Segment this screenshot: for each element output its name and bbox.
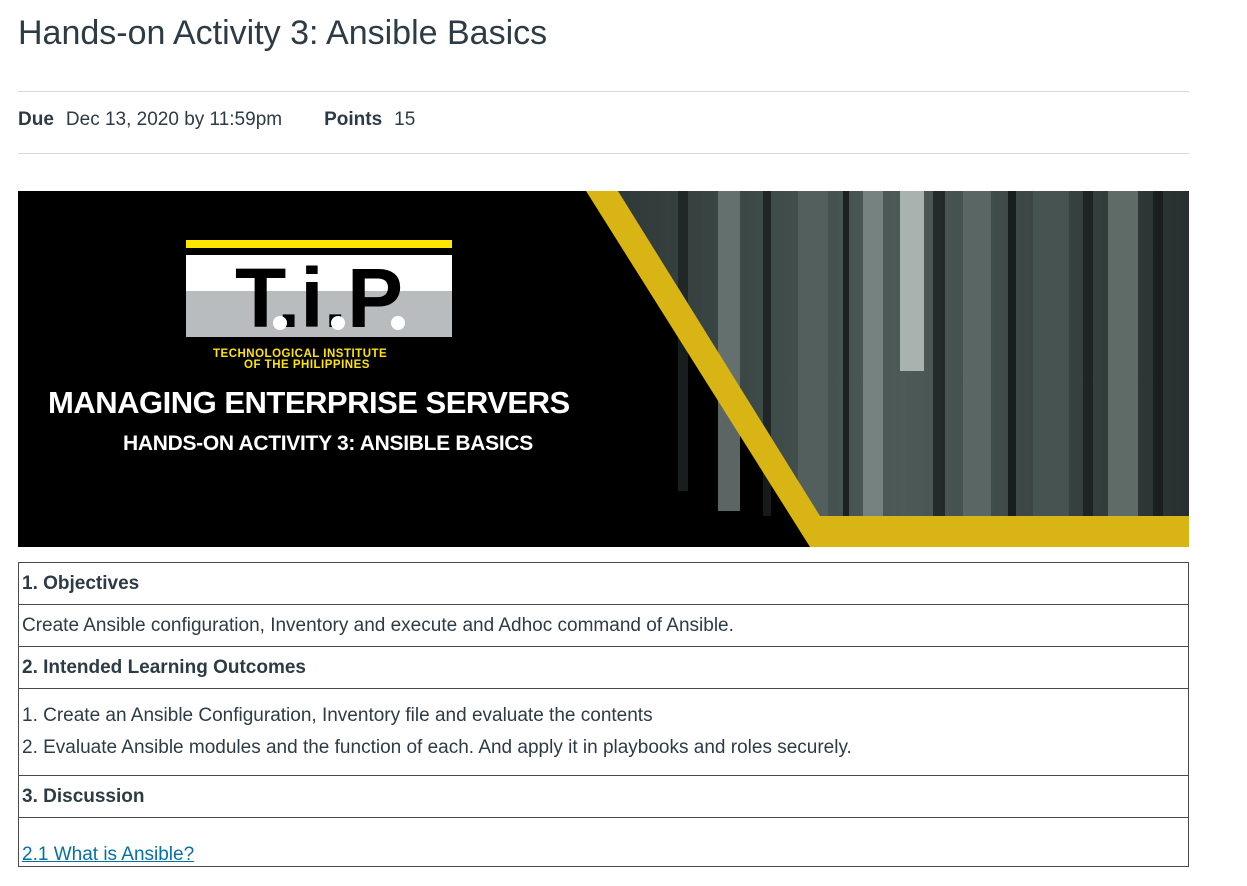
- ilo-list: 1. Create an Ansible Configuration, Inve…: [18, 688, 1189, 776]
- table-row: 3. Discussion: [18, 775, 1189, 818]
- banner-course-title: MANAGING ENTERPRISE SERVERS: [48, 385, 570, 420]
- banner-activity-title: HANDS-ON ACTIVITY 3: ANSIBLE BASICS: [123, 432, 533, 455]
- table-row: 2.1 What is Ansible?: [18, 817, 1189, 867]
- divider: [18, 91, 1189, 92]
- divider: [18, 153, 1189, 154]
- banner-graphic: T.i.P: [186, 191, 1189, 547]
- list-item: 2. Evaluate Ansible modules and the func…: [22, 737, 852, 758]
- table-row: 1. Create an Ansible Configuration, Inve…: [18, 688, 1189, 776]
- points-value: 15: [394, 109, 416, 130]
- assignment-details: Due Dec 13, 2020 by 11:59pm Points 15: [18, 109, 415, 131]
- banner-institution-line2: OF THE PHILIPPINES: [244, 359, 370, 371]
- assignment-page: Hands-on Activity 3: Ansible Basics Due D…: [0, 0, 1247, 886]
- ilo-heading: 2. Intended Learning Outcomes: [18, 646, 1189, 689]
- page-title: Hands-on Activity 3: Ansible Basics: [18, 14, 548, 52]
- logo-top-bar: [186, 240, 452, 248]
- points-label: Points: [324, 109, 383, 130]
- objectives-heading: 1. Objectives: [18, 562, 1189, 605]
- objectives-text: Create Ansible configuration, Inventory …: [18, 604, 1189, 647]
- due-label: Due: [18, 109, 54, 130]
- assignment-content-table: 1. Objectives Create Ansible configurati…: [18, 562, 1189, 867]
- table-row: Create Ansible configuration, Inventory …: [18, 604, 1189, 647]
- course-banner-image: T.i.P TECHNOLOGICAL INSTITUTE OF THE PHI…: [18, 191, 1189, 547]
- due-value: Dec 13, 2020 by 11:59pm: [65, 109, 283, 130]
- list-item: 1. Create an Ansible Configuration, Inve…: [22, 705, 653, 726]
- discussion-cell: 2.1 What is Ansible?: [18, 817, 1189, 867]
- logo-mark: T.i.P: [235, 251, 403, 345]
- table-row: 1. Objectives: [18, 562, 1189, 605]
- discussion-heading: 3. Discussion: [18, 775, 1189, 818]
- table-row: 2. Intended Learning Outcomes: [18, 646, 1189, 689]
- discussion-link-what-is-ansible[interactable]: 2.1 What is Ansible?: [22, 844, 194, 865]
